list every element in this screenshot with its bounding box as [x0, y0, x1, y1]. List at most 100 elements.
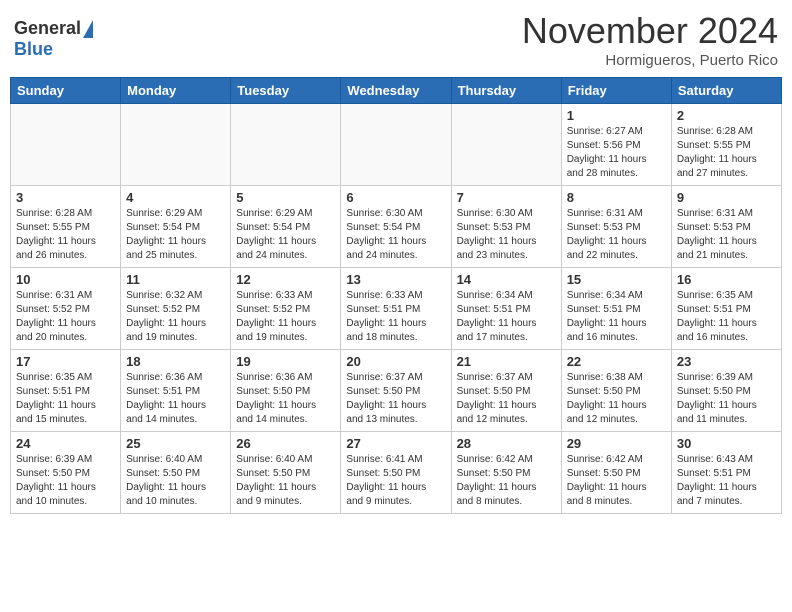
day-info: Sunrise: 6:33 AM Sunset: 5:52 PM Dayligh…	[236, 289, 335, 345]
calendar-day-cell	[341, 104, 451, 186]
calendar-day-header: Friday	[561, 78, 671, 104]
calendar-day-cell: 24 Sunrise: 6:39 AM Sunset: 5:50 PM Dayli…	[11, 432, 121, 514]
calendar-day-cell: 28 Sunrise: 6:42 AM Sunset: 5:50 PM Dayli…	[451, 432, 561, 514]
calendar-day-header: Tuesday	[231, 78, 341, 104]
calendar-day-cell: 17 Sunrise: 6:35 AM Sunset: 5:51 PM Dayli…	[11, 350, 121, 432]
calendar-day-cell: 21Sunrise: 6:37 AM Sunset: 5:50 PM Dayli…	[451, 350, 561, 432]
calendar-day-cell: 5Sunrise: 6:29 AM Sunset: 5:54 PM Daylig…	[231, 186, 341, 268]
logo-blue-text: Blue	[14, 39, 53, 60]
calendar-day-cell: 22Sunrise: 6:38 AM Sunset: 5:50 PM Dayli…	[561, 350, 671, 432]
calendar-day-cell: 29Sunrise: 6:42 AM Sunset: 5:50 PM Dayli…	[561, 432, 671, 514]
day-number: 15	[567, 272, 666, 287]
day-info: Sunrise: 6:39 AM Sunset: 5:50 PM Dayligh…	[16, 453, 115, 509]
day-number: 13	[346, 272, 445, 287]
day-number: 19	[236, 354, 335, 369]
calendar-table: SundayMondayTuesdayWednesdayThursdayFrid…	[10, 77, 782, 514]
day-info: Sunrise: 6:31 AM Sunset: 5:53 PM Dayligh…	[677, 207, 776, 263]
calendar-day-cell: 6 Sunrise: 6:30 AM Sunset: 5:54 PM Daylig…	[341, 186, 451, 268]
day-info: Sunrise: 6:35 AM Sunset: 5:51 PM Dayligh…	[677, 289, 776, 345]
day-number: 27	[346, 436, 445, 451]
calendar-day-cell: 26 Sunrise: 6:40 AM Sunset: 5:50 PM Dayli…	[231, 432, 341, 514]
day-number: 12	[236, 272, 335, 287]
calendar-week-row: 1 Sunrise: 6:27 AM Sunset: 5:56 PM Daylig…	[11, 104, 782, 186]
day-info: Sunrise: 6:34 AM Sunset: 5:51 PM Dayligh…	[457, 289, 556, 345]
day-number: 8	[567, 190, 666, 205]
day-number: 1	[567, 108, 666, 123]
calendar-day-cell: 30 Sunrise: 6:43 AM Sunset: 5:51 PM Dayli…	[671, 432, 781, 514]
day-info: Sunrise: 6:27 AM Sunset: 5:56 PM Dayligh…	[567, 125, 666, 181]
day-info: Sunrise: 6:28 AM Sunset: 5:55 PM Dayligh…	[677, 125, 776, 181]
day-number: 10	[16, 272, 115, 287]
calendar-day-cell: 12 Sunrise: 6:33 AM Sunset: 5:52 PM Dayli…	[231, 268, 341, 350]
day-info: Sunrise: 6:42 AM Sunset: 5:50 PM Dayligh…	[567, 453, 666, 509]
day-info: Sunrise: 6:33 AM Sunset: 5:51 PM Dayligh…	[346, 289, 445, 345]
day-info: Sunrise: 6:39 AM Sunset: 5:50 PM Dayligh…	[677, 371, 776, 427]
day-number: 7	[457, 190, 556, 205]
calendar-week-row: 3Sunrise: 6:28 AM Sunset: 5:55 PM Daylig…	[11, 186, 782, 268]
day-number: 22	[567, 354, 666, 369]
day-info: Sunrise: 6:43 AM Sunset: 5:51 PM Dayligh…	[677, 453, 776, 509]
calendar-day-header: Thursday	[451, 78, 561, 104]
calendar-day-cell: 14 Sunrise: 6:34 AM Sunset: 5:51 PM Dayli…	[451, 268, 561, 350]
calendar-day-cell	[451, 104, 561, 186]
day-number: 30	[677, 436, 776, 451]
day-info: Sunrise: 6:37 AM Sunset: 5:50 PM Dayligh…	[346, 371, 445, 427]
day-info: Sunrise: 6:40 AM Sunset: 5:50 PM Dayligh…	[236, 453, 335, 509]
calendar-week-row: 17 Sunrise: 6:35 AM Sunset: 5:51 PM Dayli…	[11, 350, 782, 432]
day-info: Sunrise: 6:42 AM Sunset: 5:50 PM Dayligh…	[457, 453, 556, 509]
calendar-day-cell: 8 Sunrise: 6:31 AM Sunset: 5:53 PM Daylig…	[561, 186, 671, 268]
day-number: 28	[457, 436, 556, 451]
day-number: 26	[236, 436, 335, 451]
calendar-day-cell: 23 Sunrise: 6:39 AM Sunset: 5:50 PM Dayli…	[671, 350, 781, 432]
calendar-day-header: Saturday	[671, 78, 781, 104]
day-info: Sunrise: 6:31 AM Sunset: 5:52 PM Dayligh…	[16, 289, 115, 345]
day-number: 24	[16, 436, 115, 451]
day-info: Sunrise: 6:40 AM Sunset: 5:50 PM Dayligh…	[126, 453, 225, 509]
location-text: Hormigueros, Puerto Rico	[522, 52, 778, 69]
day-info: Sunrise: 6:41 AM Sunset: 5:50 PM Dayligh…	[346, 453, 445, 509]
day-number: 23	[677, 354, 776, 369]
day-number: 9	[677, 190, 776, 205]
day-info: Sunrise: 6:29 AM Sunset: 5:54 PM Dayligh…	[126, 207, 225, 263]
calendar-day-cell: 27 Sunrise: 6:41 AM Sunset: 5:50 PM Dayli…	[341, 432, 451, 514]
day-number: 4	[126, 190, 225, 205]
calendar-header-row: SundayMondayTuesdayWednesdayThursdayFrid…	[11, 78, 782, 104]
calendar-day-cell: 2 Sunrise: 6:28 AM Sunset: 5:55 PM Daylig…	[671, 104, 781, 186]
calendar-day-header: Monday	[121, 78, 231, 104]
calendar-day-cell: 11 Sunrise: 6:32 AM Sunset: 5:52 PM Dayli…	[121, 268, 231, 350]
day-number: 14	[457, 272, 556, 287]
logo-general-text: General	[14, 18, 81, 39]
day-number: 11	[126, 272, 225, 287]
day-info: Sunrise: 6:32 AM Sunset: 5:52 PM Dayligh…	[126, 289, 225, 345]
day-number: 3	[16, 190, 115, 205]
calendar-week-row: 10 Sunrise: 6:31 AM Sunset: 5:52 PM Dayli…	[11, 268, 782, 350]
day-number: 16	[677, 272, 776, 287]
day-number: 18	[126, 354, 225, 369]
day-number: 2	[677, 108, 776, 123]
calendar-day-header: Wednesday	[341, 78, 451, 104]
calendar-day-cell: 25Sunrise: 6:40 AM Sunset: 5:50 PM Dayli…	[121, 432, 231, 514]
calendar-day-cell: 3Sunrise: 6:28 AM Sunset: 5:55 PM Daylig…	[11, 186, 121, 268]
day-number: 17	[16, 354, 115, 369]
calendar-day-cell	[121, 104, 231, 186]
calendar-day-cell	[11, 104, 121, 186]
day-number: 6	[346, 190, 445, 205]
calendar-week-row: 24 Sunrise: 6:39 AM Sunset: 5:50 PM Dayli…	[11, 432, 782, 514]
title-section: November 2024 Hormigueros, Puerto Rico	[522, 10, 778, 69]
day-info: Sunrise: 6:30 AM Sunset: 5:54 PM Dayligh…	[346, 207, 445, 263]
day-info: Sunrise: 6:29 AM Sunset: 5:54 PM Dayligh…	[236, 207, 335, 263]
calendar-day-cell: 9 Sunrise: 6:31 AM Sunset: 5:53 PM Daylig…	[671, 186, 781, 268]
day-info: Sunrise: 6:35 AM Sunset: 5:51 PM Dayligh…	[16, 371, 115, 427]
calendar-day-cell: 7Sunrise: 6:30 AM Sunset: 5:53 PM Daylig…	[451, 186, 561, 268]
day-info: Sunrise: 6:36 AM Sunset: 5:51 PM Dayligh…	[126, 371, 225, 427]
month-title: November 2024	[522, 10, 778, 52]
calendar-day-cell	[231, 104, 341, 186]
calendar-day-cell: 15Sunrise: 6:34 AM Sunset: 5:51 PM Dayli…	[561, 268, 671, 350]
calendar-day-cell: 18 Sunrise: 6:36 AM Sunset: 5:51 PM Dayli…	[121, 350, 231, 432]
day-info: Sunrise: 6:31 AM Sunset: 5:53 PM Dayligh…	[567, 207, 666, 263]
logo-triangle-icon	[83, 20, 93, 38]
day-number: 21	[457, 354, 556, 369]
calendar-day-cell: 20 Sunrise: 6:37 AM Sunset: 5:50 PM Dayli…	[341, 350, 451, 432]
day-number: 20	[346, 354, 445, 369]
calendar-day-cell: 16 Sunrise: 6:35 AM Sunset: 5:51 PM Dayli…	[671, 268, 781, 350]
